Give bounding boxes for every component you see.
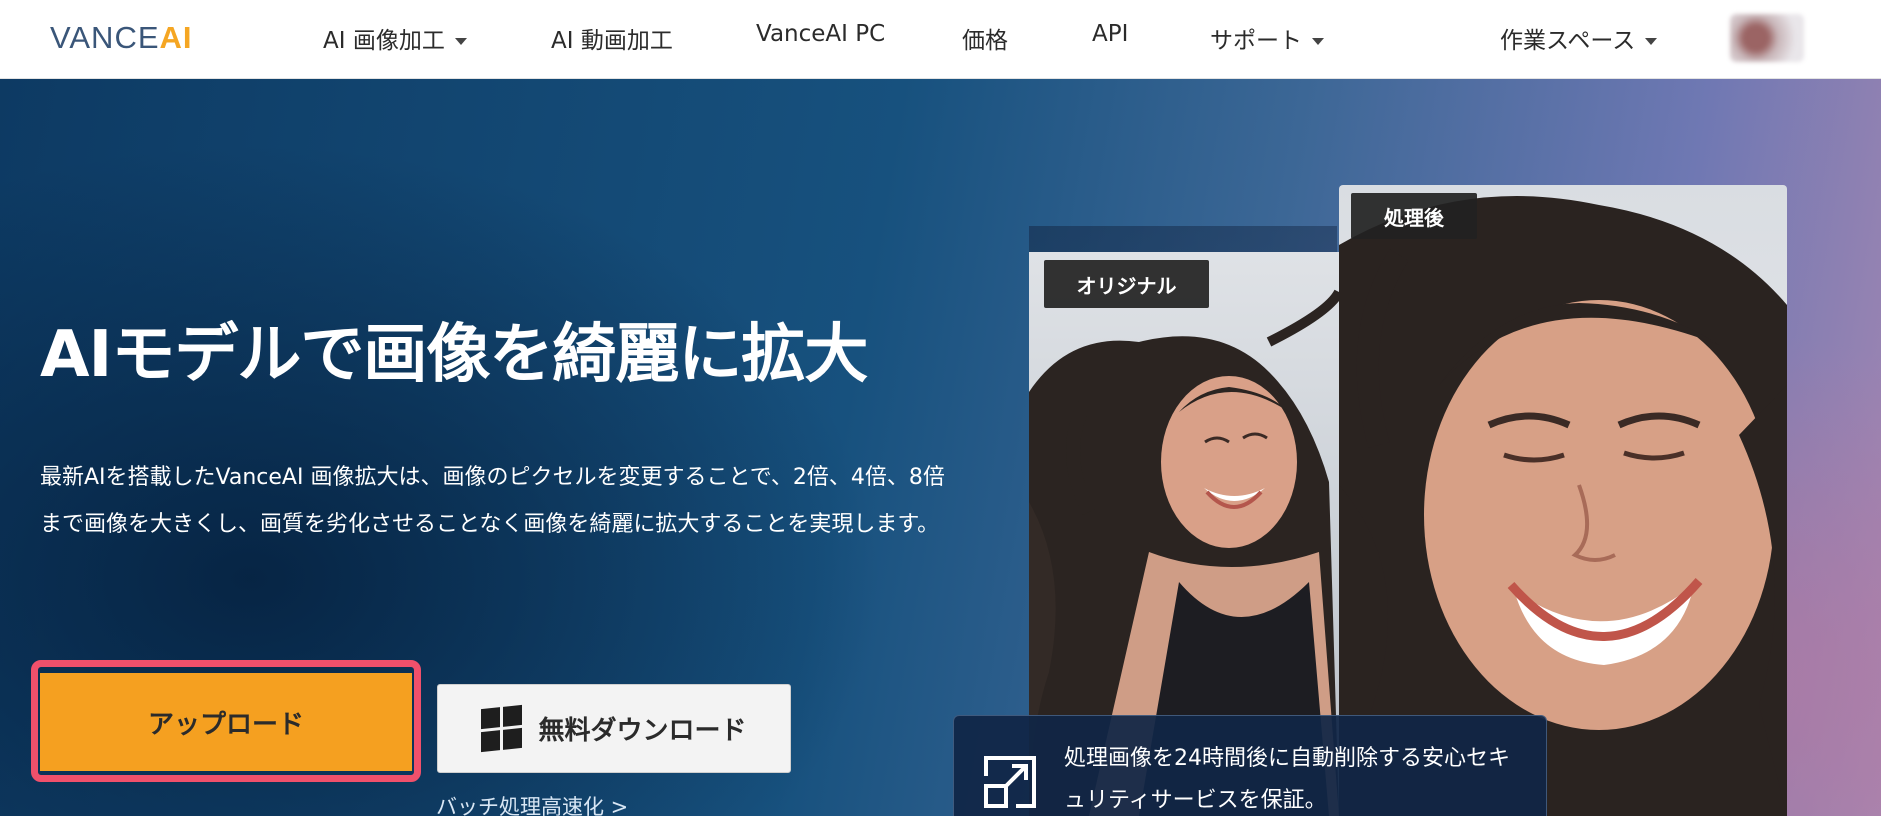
top-navigation-bar: VANCEAI AI 画像加工 AI 動画加工 VanceAI PC 価格 AP… bbox=[0, 0, 1881, 79]
nav-label: AI 動画加工 bbox=[551, 28, 673, 54]
nav-ai-image-editing[interactable]: AI 画像加工 bbox=[323, 21, 467, 55]
windows-icon bbox=[481, 704, 523, 753]
security-notice: 処理画像を24時間後に自動削除する安心セキュリティサービスを保証。 bbox=[953, 715, 1547, 816]
chevron-down-icon bbox=[454, 38, 467, 45]
nav-label: API bbox=[1092, 21, 1129, 47]
nav-vanceai-pc[interactable]: VanceAI PC bbox=[756, 21, 885, 47]
nav-workspace[interactable]: 作業スペース bbox=[1500, 21, 1658, 55]
nav-api[interactable]: API bbox=[1092, 21, 1128, 47]
nav-ai-video-editing[interactable]: AI 動画加工 bbox=[551, 21, 673, 55]
security-notice-text: 処理画像を24時間後に自動削除する安心セキュリティサービスを保証。 bbox=[1064, 746, 1510, 813]
logo-text-ai: AI bbox=[159, 20, 193, 55]
chevron-down-icon bbox=[1312, 38, 1324, 45]
free-download-button[interactable]: 無料ダウンロード bbox=[437, 684, 791, 773]
vanceai-logo[interactable]: VANCEAI bbox=[50, 20, 193, 56]
upload-button[interactable]: アップロード bbox=[40, 673, 412, 771]
hero-description: 最新AIを搭載したVanceAI 画像拡大は、画像のピクセルを変更することで、2… bbox=[40, 465, 945, 537]
nav-label: AI 画像加工 bbox=[323, 28, 445, 54]
logo-text-vance: VANCE bbox=[50, 20, 160, 55]
chevron-down-icon bbox=[1645, 38, 1658, 45]
nav-label: サポート bbox=[1210, 28, 1302, 54]
free-download-label: 無料ダウンロード bbox=[538, 716, 747, 746]
nav-label: VanceAI PC bbox=[756, 21, 886, 47]
original-tag: オリジナル bbox=[1044, 260, 1209, 308]
processed-tag: 処理後 bbox=[1351, 193, 1477, 239]
batch-processing-link[interactable]: バッチ処理高速化 > bbox=[436, 791, 628, 816]
nav-support[interactable]: サポート bbox=[1210, 21, 1324, 55]
nav-label: 作業スペース bbox=[1500, 28, 1636, 54]
nav-pricing[interactable]: 価格 bbox=[962, 21, 1008, 55]
hero-section: AIモデルで画像を綺麗に拡大 最新AIを搭載したVanceAI 画像拡大は、画像… bbox=[0, 79, 1881, 816]
nav-label: 価格 bbox=[962, 28, 1008, 54]
hero-title: AIモデルで画像を綺麗に拡大 bbox=[40, 318, 868, 392]
user-avatar[interactable] bbox=[1730, 14, 1804, 62]
expand-security-icon bbox=[984, 756, 1036, 808]
